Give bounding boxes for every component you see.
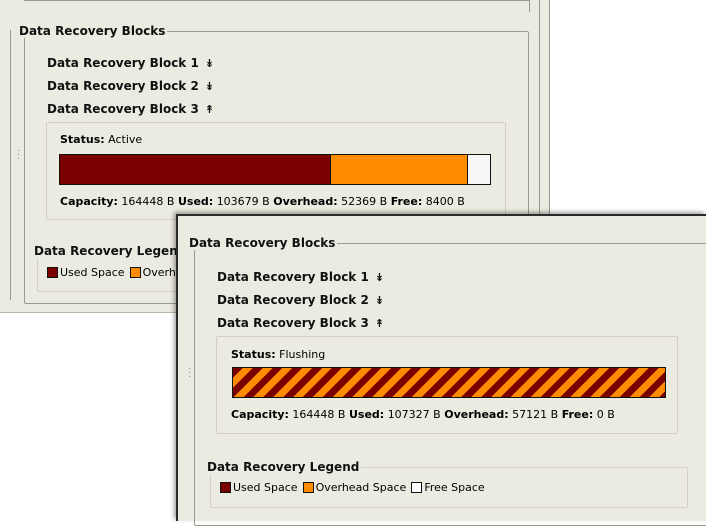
legend-used-label: Used Space: [233, 481, 298, 494]
block-2-label: Data Recovery Block 2: [47, 79, 199, 93]
block-3-header[interactable]: Data Recovery Block 3 ↟: [47, 102, 214, 116]
overhead-swatch-icon: [129, 267, 141, 278]
block-3-label: Data Recovery Block 3: [217, 316, 369, 330]
blocks-group-title: Data Recovery Blocks: [19, 24, 166, 38]
block-2-header[interactable]: Data Recovery Block 2 ↡: [217, 293, 384, 307]
free-value: 0 B: [596, 408, 615, 421]
used-swatch-icon: [47, 267, 58, 278]
resize-grip-icon[interactable]: · · ·: [188, 365, 191, 383]
capacity-line: Capacity: 164448 B Used: 107327 B Overhe…: [231, 408, 615, 421]
legend-overhead-label: Overh: [142, 266, 176, 279]
status-label: Status:: [60, 133, 105, 146]
overhead-segment: [331, 155, 469, 184]
free-value: 8400 B: [425, 195, 465, 208]
block-1-header[interactable]: Data Recovery Block 1 ↡: [217, 270, 384, 284]
free-label: Free:: [390, 195, 423, 208]
legend-group-title: Data Recovery Legend: [207, 460, 360, 474]
expand-icon[interactable]: ↡: [205, 80, 214, 93]
used-label: Used:: [177, 195, 214, 208]
capacity-value: 164448 B: [121, 195, 175, 208]
legend-group-title: Data Recovery Legend: [34, 244, 187, 258]
data-recovery-panel-flushing: · · · Data Recovery Blocks Data Recovery B…: [176, 214, 706, 526]
expand-icon[interactable]: ↡: [205, 57, 214, 70]
block-1-label: Data Recovery Block 1: [47, 56, 199, 70]
block-1-header[interactable]: Data Recovery Block 1 ↡: [47, 56, 214, 70]
overhead-value: 57121 B: [512, 408, 559, 421]
used-value: 107327 B: [387, 408, 441, 421]
legend-row: Used Space Overhead Space Free Space: [220, 481, 490, 494]
legend-free-label: Free Space: [424, 481, 485, 494]
block-2-header[interactable]: Data Recovery Block 2 ↡: [47, 79, 214, 93]
status-line: Status: Active: [60, 133, 142, 146]
block-1-label: Data Recovery Block 1: [217, 270, 369, 284]
overhead-swatch-icon: [302, 482, 314, 493]
flushing-hatch-pattern: [233, 368, 665, 397]
used-label: Used:: [348, 408, 385, 421]
free-label: Free:: [561, 408, 594, 421]
top-frame-edge: [24, 0, 529, 1]
collapse-icon[interactable]: ↟: [375, 317, 384, 330]
used-value: 103679 B: [216, 195, 270, 208]
capacity-label: Capacity:: [231, 408, 289, 421]
block-3-header[interactable]: Data Recovery Block 3 ↟: [217, 316, 384, 330]
capacity-bar-flushing: [232, 367, 666, 398]
legend-row: Used Space Overh: [47, 266, 181, 279]
status-value: Flushing: [279, 348, 326, 361]
overhead-label: Overhead:: [273, 195, 338, 208]
expand-icon[interactable]: ↡: [375, 271, 384, 284]
status-label: Status:: [231, 348, 276, 361]
block-3-label: Data Recovery Block 3: [47, 102, 199, 116]
top-frame-edge-right: [529, 0, 530, 12]
expand-icon[interactable]: ↡: [375, 294, 384, 307]
free-swatch-icon: [411, 482, 423, 493]
status-line: Status: Flushing: [231, 348, 325, 361]
legend-used-label: Used Space: [60, 266, 125, 279]
used-segment: [60, 155, 332, 184]
overhead-value: 52369 B: [341, 195, 388, 208]
blocks-group-title: Data Recovery Blocks: [189, 236, 336, 250]
free-segment: [468, 155, 490, 184]
capacity-bar: [59, 154, 491, 185]
capacity-line: Capacity: 164448 B Used: 103679 B Overhe…: [60, 195, 465, 208]
status-value: Active: [108, 133, 143, 146]
overhead-label: Overhead:: [444, 408, 509, 421]
legend-overhead-label: Overhead Space: [315, 481, 407, 494]
collapse-icon[interactable]: ↟: [205, 103, 214, 116]
outer-frame-left: [10, 30, 11, 300]
capacity-label: Capacity:: [60, 195, 118, 208]
block-2-label: Data Recovery Block 2: [217, 293, 369, 307]
resize-grip-icon[interactable]: · · ·: [17, 147, 20, 165]
used-swatch-icon: [220, 482, 231, 493]
capacity-value: 164448 B: [292, 408, 346, 421]
